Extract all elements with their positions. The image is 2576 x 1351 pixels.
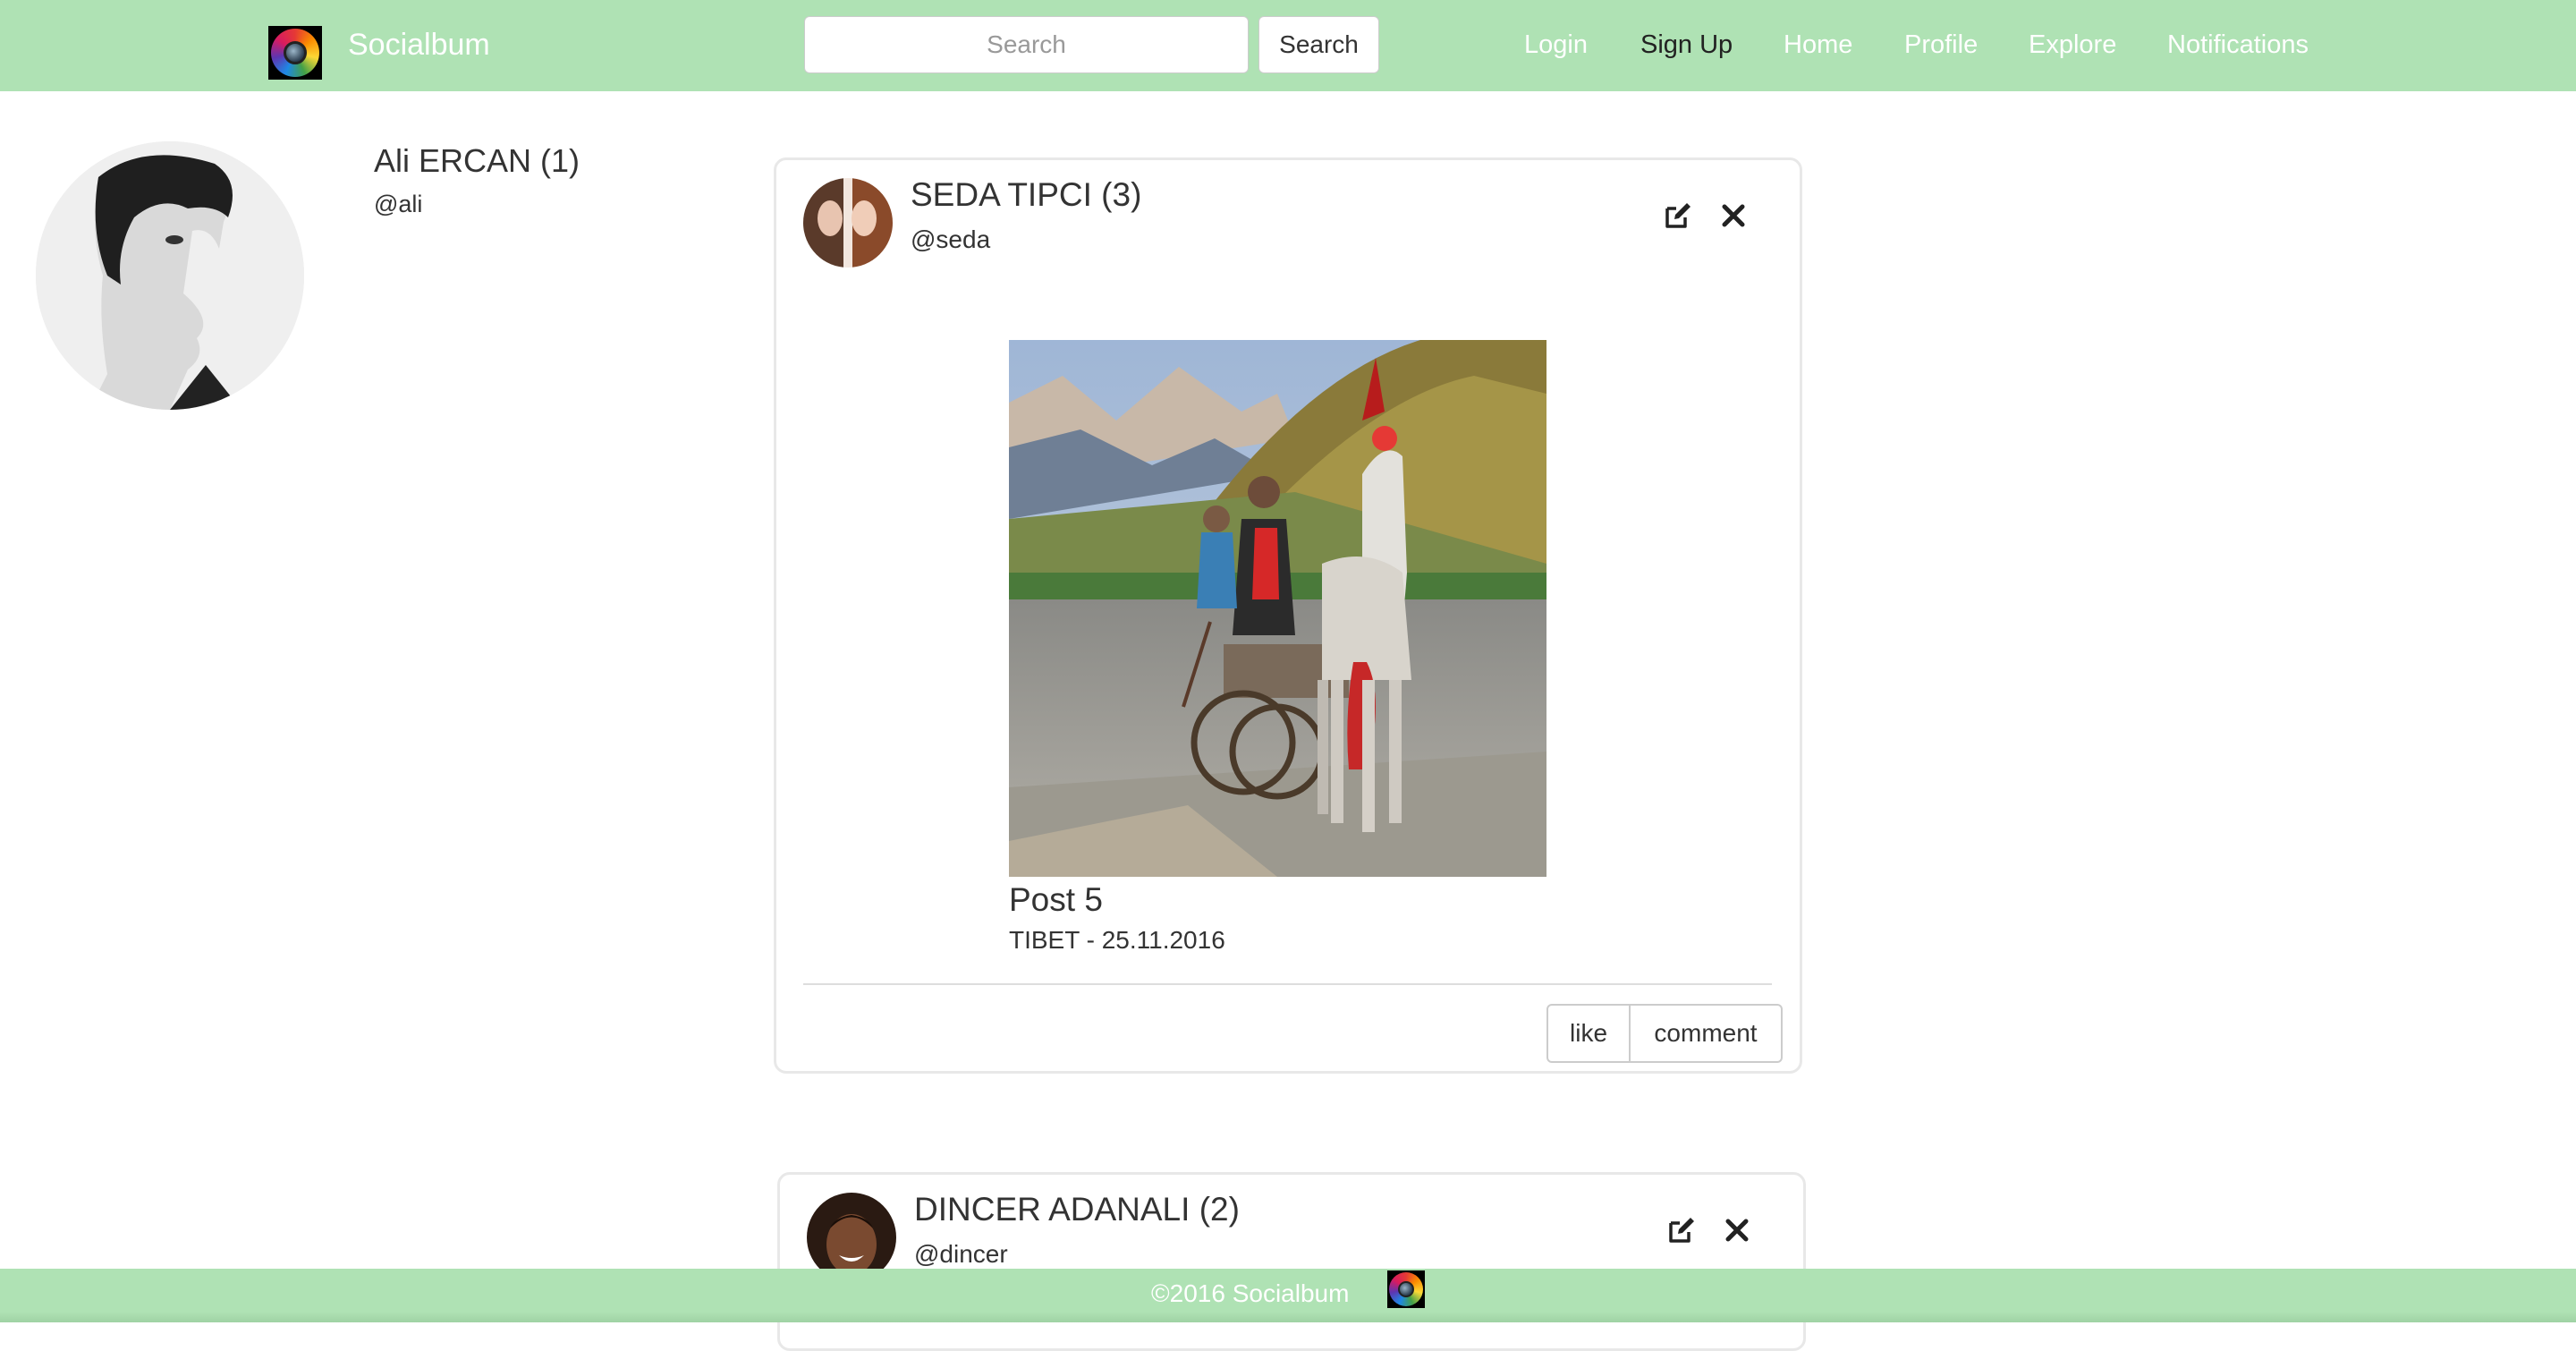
comment-button[interactable]: comment	[1631, 1004, 1783, 1063]
nav-home[interactable]: Home	[1784, 27, 1852, 63]
post-author-name[interactable]: DINCER ADANALI (2)	[914, 1189, 1240, 1230]
search-button[interactable]: Search	[1258, 16, 1379, 73]
nav-sign-up[interactable]: Sign Up	[1640, 27, 1733, 63]
nav-login[interactable]: Login	[1524, 27, 1588, 63]
nav-notifications[interactable]: Notifications	[2167, 27, 2309, 63]
post-author-handle: @seda	[911, 225, 991, 253]
post-author-handle: @dincer	[914, 1240, 1008, 1268]
brand-name[interactable]: Socialbum	[348, 27, 490, 63]
footer-logo-icon	[1387, 1270, 1425, 1308]
nav-explore[interactable]: Explore	[2029, 27, 2116, 63]
brand-logo-icon[interactable]	[268, 26, 322, 80]
footer: ©2016 Socialbum	[0, 1269, 2576, 1322]
post-caption: TIBET - 25.11.2016	[1009, 926, 1225, 954]
post-card: DINCER ADANALI (2) @dincer	[777, 1172, 1806, 1351]
like-button[interactable]: like	[1546, 1004, 1631, 1063]
post-card: SEDA TIPCI (3) @seda Post 5 TIBET - 25.1…	[774, 157, 1802, 1074]
divider	[803, 983, 1772, 985]
search-input[interactable]	[804, 16, 1249, 73]
post-actions: like comment	[1546, 1004, 1783, 1063]
edit-icon[interactable]	[1665, 1214, 1698, 1246]
nav-profile[interactable]: Profile	[1904, 27, 1978, 63]
post-photo[interactable]	[1009, 340, 1546, 877]
profile-name: Ali ERCAN (1)	[374, 142, 580, 179]
post-author-name[interactable]: SEDA TIPCI (3)	[911, 174, 1141, 216]
profile-handle: @ali	[374, 191, 423, 217]
navbar: Socialbum Search Login Sign Up Home Prof…	[0, 0, 2576, 91]
footer-copyright: ©2016 Socialbum	[1151, 1279, 1350, 1307]
close-icon[interactable]	[1721, 1214, 1753, 1246]
post-author-avatar[interactable]	[803, 178, 893, 268]
close-icon[interactable]	[1717, 200, 1750, 232]
post-title: Post 5	[1009, 881, 1103, 918]
profile-avatar[interactable]	[36, 141, 304, 410]
profile-photo	[36, 141, 304, 410]
edit-icon[interactable]	[1662, 200, 1694, 232]
